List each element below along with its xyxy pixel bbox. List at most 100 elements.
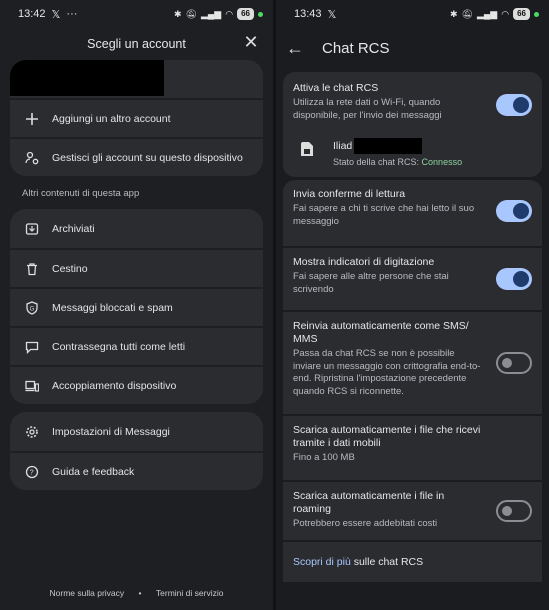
- redacted-number-block: [354, 138, 423, 154]
- privacy-dot-icon: [534, 11, 539, 17]
- status-bar: 13:43 𝕏 ✱ 🔕︎ ▂▄▆ ◠ 66: [276, 0, 549, 28]
- setting-auto-download-mobile[interactable]: Scarica automaticamente i file che ricev…: [283, 414, 542, 480]
- account-card: Aggiungi un altro account Gestisci gli a…: [10, 60, 263, 176]
- section-label: Altri contenuti di questa app: [22, 188, 140, 199]
- sim-status-text: Stato della chat RCS: Connesso: [333, 157, 462, 167]
- svg-text:?: ?: [30, 469, 34, 476]
- status-label: Stato della chat RCS:: [333, 157, 422, 167]
- manage-accounts-icon: [24, 150, 40, 166]
- setting-title: Scarica automaticamente i file che ricev…: [293, 424, 481, 449]
- menu-label: Archiviati: [52, 222, 95, 235]
- shield-icon: G: [24, 300, 40, 316]
- setting-title: Invia conferme di lettura: [293, 188, 406, 200]
- bluetooth-icon: ✱: [174, 8, 182, 19]
- setting-title: Reinvia automaticamente come SMS/ MMS: [293, 320, 469, 345]
- wifi-icon: ◠: [501, 8, 510, 19]
- menu-item-device-pairing[interactable]: Accoppiamento dispositivo: [10, 365, 263, 404]
- typing-indicators-toggle[interactable]: [496, 268, 532, 290]
- auto-resend-toggle[interactable]: [496, 352, 532, 374]
- add-account-button[interactable]: Aggiungi un altro account: [10, 98, 263, 137]
- sim-status: Iliad Stato della chat RCS: Connesso: [283, 130, 542, 177]
- rcs-toggle[interactable]: [496, 94, 532, 116]
- menu-label: Guida e feedback: [52, 465, 135, 478]
- setting-desc: Potrebbero essere addebitati costi: [293, 518, 438, 529]
- sim-name-row: Iliad: [333, 138, 462, 154]
- mark-read-icon: [24, 339, 40, 355]
- setting-desc: Fai sapere alle altre persone che stai s…: [293, 271, 449, 295]
- menu-item-blocked-spam[interactable]: G Messaggi bloccati e spam: [10, 287, 263, 326]
- plus-icon: [24, 111, 40, 127]
- menu-label: Accoppiamento dispositivo: [52, 379, 177, 392]
- menu-card-2: Impostazioni di Messaggi ? Guida e feedb…: [10, 412, 263, 490]
- setting-title: Attiva le chat RCS: [293, 82, 379, 94]
- status-time: 13:42: [18, 8, 46, 20]
- wifi-icon: ◠: [225, 8, 234, 19]
- mute-icon: 🔕︎: [461, 8, 473, 19]
- status-time: 13:43: [294, 8, 322, 20]
- sheet-header: Scegli un account ✕: [0, 28, 273, 60]
- learn-more-link[interactable]: Scopri di più: [293, 556, 351, 568]
- setting-rcs-chat[interactable]: Attiva le chat RCS Utilizza la rete dati…: [283, 72, 542, 130]
- terms-link[interactable]: Termini di servizio: [156, 588, 224, 598]
- setting-desc: Fai sapere a chi ti scrive che hai letto…: [293, 203, 475, 227]
- close-icon[interactable]: ✕: [241, 32, 261, 52]
- roaming-download-toggle[interactable]: [496, 500, 532, 522]
- menu-label: Impostazioni di Messaggi: [52, 425, 170, 438]
- setting-desc: Utilizza la rete dati o Wi-Fi, quando di…: [293, 97, 442, 121]
- account-chooser-screen: 13:42 𝕏 ··· ✱ 🔕︎ ▂▄▆ ◠ 66 Scegli un acco…: [0, 0, 273, 610]
- menu-item-settings[interactable]: Impostazioni di Messaggi: [10, 412, 263, 451]
- setting-auto-resend-sms[interactable]: Reinvia automaticamente come SMS/ MMS Pa…: [283, 310, 542, 414]
- battery-icon: 66: [513, 8, 530, 20]
- battery-icon: 66: [237, 8, 254, 20]
- footer-separator: •: [138, 588, 142, 598]
- menu-label: Messaggi bloccati e spam: [52, 301, 173, 314]
- rcs-card: Attiva le chat RCS Utilizza la rete dati…: [283, 72, 542, 177]
- privacy-dot-icon: [258, 11, 263, 17]
- status-bar: 13:42 𝕏 ··· ✱ 🔕︎ ▂▄▆ ◠ 66: [0, 0, 273, 28]
- menu-item-archived[interactable]: Archiviati: [10, 209, 263, 248]
- rcs-settings-screen: 13:43 𝕏 ✱ 🔕︎ ▂▄▆ ◠ 66 ← Chat RCS Attiva …: [276, 0, 549, 610]
- read-receipts-toggle[interactable]: [496, 200, 532, 222]
- bluetooth-icon: ✱: [450, 8, 458, 19]
- redacted-account-block: [10, 60, 164, 96]
- signal-icon: ▂▄▆: [477, 8, 498, 19]
- x-notification-icon: 𝕏: [51, 8, 61, 21]
- setting-read-receipts[interactable]: Invia conferme di lettura Fai sapere a c…: [283, 180, 542, 246]
- privacy-link[interactable]: Norme sulla privacy: [50, 588, 125, 598]
- learn-more-text: sulle chat RCS: [350, 556, 424, 568]
- manage-accounts-label: Gestisci gli account su questo dispositi…: [52, 151, 243, 164]
- back-arrow-icon[interactable]: ←: [286, 38, 312, 59]
- devices-icon: [24, 378, 40, 394]
- menu-item-trash[interactable]: Cestino: [10, 248, 263, 287]
- x-notification-icon: 𝕏: [327, 8, 337, 21]
- sim-name: Iliad: [333, 140, 353, 152]
- setting-desc: Fino a 100 MB: [293, 452, 355, 463]
- top-app-bar: ← Chat RCS: [276, 28, 549, 68]
- menu-card-1: Archiviati Cestino G Messaggi bloccati e…: [10, 209, 263, 404]
- sim-card-icon: [301, 142, 313, 156]
- footer-links: Norme sulla privacy • Termini di servizi…: [0, 588, 273, 598]
- archive-icon: [24, 221, 40, 237]
- learn-more-row: Scopri di più sulle chat RCS: [283, 540, 542, 582]
- more-notifications-icon: ···: [66, 8, 78, 20]
- setting-title: Scarica automaticamente i file in roamin…: [293, 490, 445, 515]
- settings-card: Invia conferme di lettura Fai sapere a c…: [283, 180, 542, 582]
- menu-item-help[interactable]: ? Guida e feedback: [10, 451, 263, 490]
- menu-item-mark-all-read[interactable]: Contrassegna tutti come letti: [10, 326, 263, 365]
- menu-label: Contrassegna tutti come letti: [52, 340, 186, 353]
- status-value: Connesso: [421, 157, 463, 167]
- account-redacted[interactable]: [10, 60, 263, 98]
- svg-text:G: G: [30, 306, 35, 312]
- setting-typing-indicators[interactable]: Mostra indicatori di digitazione Fai sap…: [283, 246, 542, 310]
- add-account-label: Aggiungi un altro account: [52, 112, 171, 125]
- mute-icon: 🔕︎: [185, 8, 197, 19]
- help-icon: ?: [24, 464, 40, 480]
- signal-icon: ▂▄▆: [201, 8, 222, 19]
- manage-accounts-button[interactable]: Gestisci gli account su questo dispositi…: [10, 137, 263, 176]
- setting-auto-download-roaming[interactable]: Scarica automaticamente i file in roamin…: [283, 480, 542, 540]
- setting-title: Mostra indicatori di digitazione: [293, 256, 435, 268]
- trash-icon: [24, 261, 40, 277]
- gear-icon: [24, 424, 40, 440]
- page-title: Chat RCS: [322, 39, 390, 57]
- menu-label: Cestino: [52, 262, 88, 275]
